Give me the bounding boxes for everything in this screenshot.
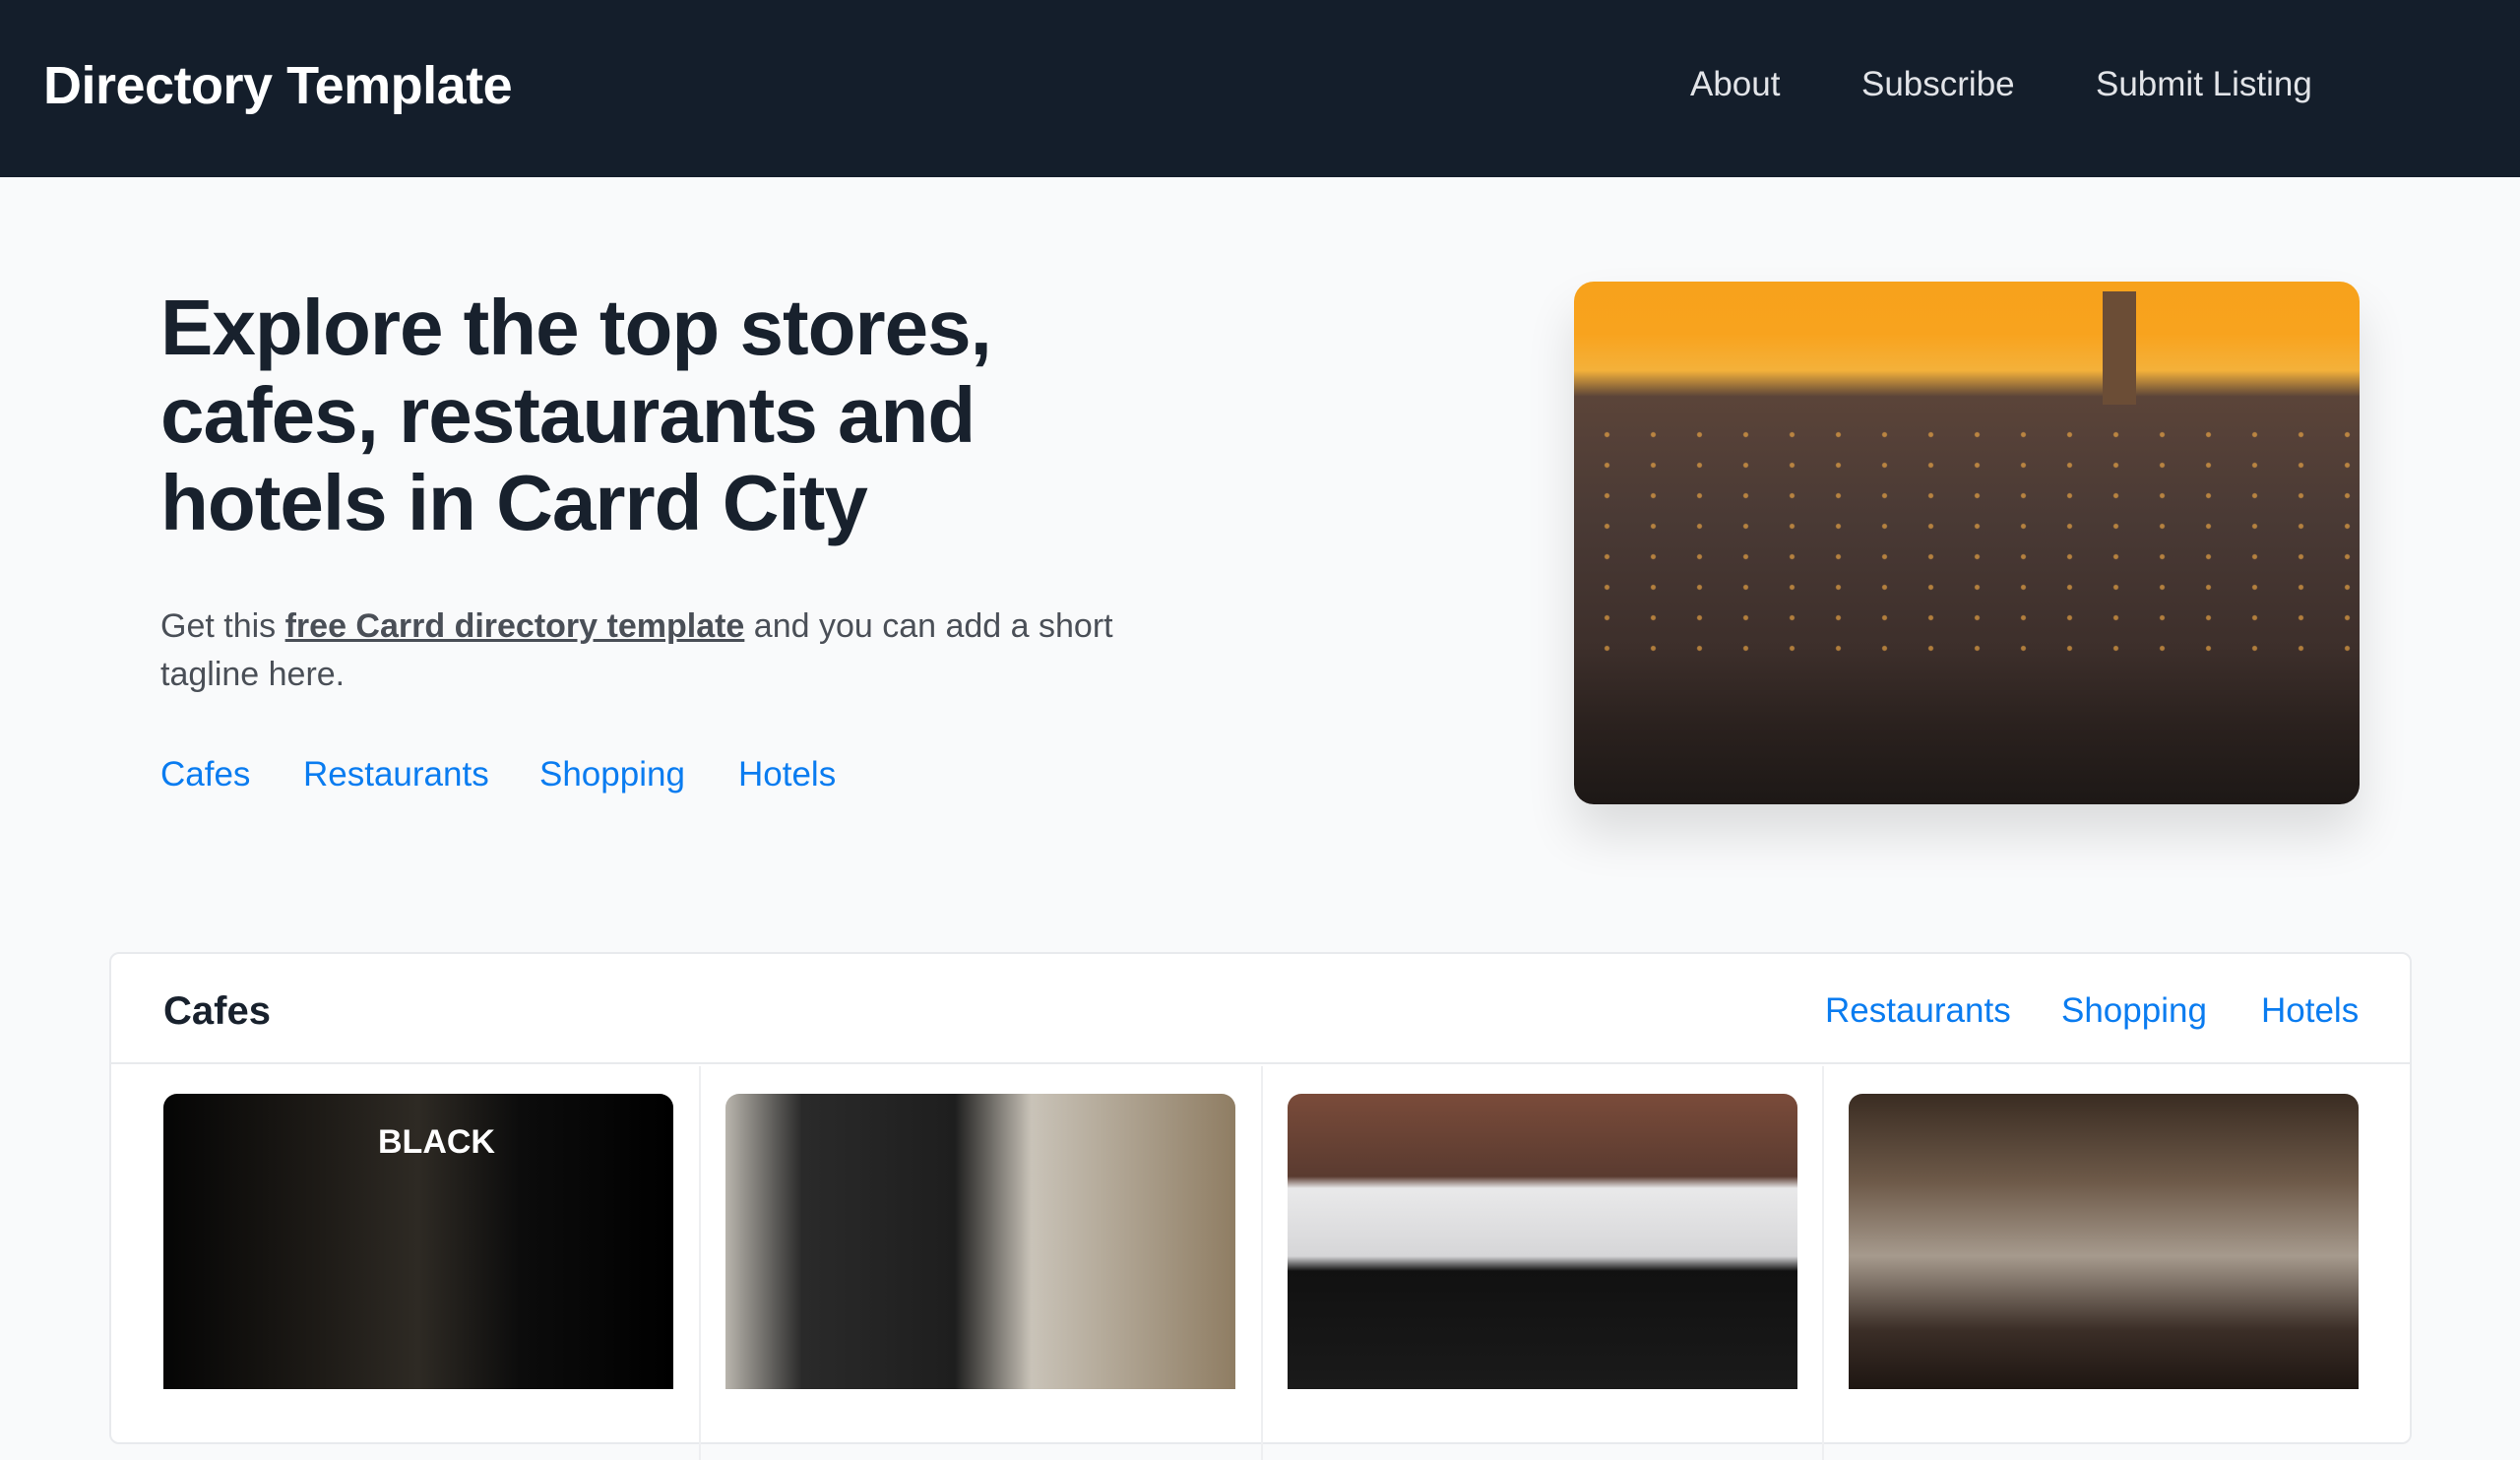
section-link-hotels[interactable]: Hotels bbox=[2261, 991, 2359, 1031]
section-title: Cafes bbox=[163, 989, 271, 1033]
nav-subscribe[interactable]: Subscribe bbox=[1861, 65, 2015, 104]
nav-submit-listing[interactable]: Submit Listing bbox=[2096, 65, 2312, 104]
brand-logo-link[interactable]: Directory Template bbox=[43, 55, 513, 116]
listing-thumbnail-1[interactable]: BLACK bbox=[163, 1094, 673, 1389]
template-link[interactable]: free Carrd directory template bbox=[285, 607, 745, 645]
section-link-restaurants[interactable]: Restaurants bbox=[1825, 991, 2011, 1031]
cafes-section: Cafes Restaurants Shopping Hotels BLACK bbox=[109, 952, 2412, 1460]
section-header: Cafes Restaurants Shopping Hotels bbox=[111, 954, 2410, 1064]
hero-city-image bbox=[1574, 282, 2360, 804]
listing-thumbnail-4[interactable] bbox=[1849, 1094, 2359, 1389]
tagline-prefix: Get this bbox=[160, 607, 285, 645]
column-divider bbox=[1822, 1066, 1824, 1460]
hero-tagline: Get this free Carrd directory template a… bbox=[160, 603, 1165, 699]
nav-about[interactable]: About bbox=[1690, 65, 1780, 104]
column-divider bbox=[699, 1066, 701, 1460]
section-link-shopping[interactable]: Shopping bbox=[2061, 991, 2207, 1031]
black-sign: BLACK bbox=[378, 1123, 495, 1161]
bell-tower-shape bbox=[2103, 291, 2136, 405]
hero-link-shopping[interactable]: Shopping bbox=[539, 755, 685, 794]
hero-link-cafes[interactable]: Cafes bbox=[160, 755, 250, 794]
hero-link-hotels[interactable]: Hotels bbox=[738, 755, 836, 794]
city-lights bbox=[1574, 410, 2360, 657]
hero-link-restaurants[interactable]: Restaurants bbox=[303, 755, 489, 794]
site-header: Directory Template About Subscribe Submi… bbox=[0, 0, 2520, 177]
listing-thumbnail-3[interactable] bbox=[1288, 1094, 1797, 1389]
hero-title: Explore the top stores, cafes, restauran… bbox=[160, 284, 992, 546]
column-divider bbox=[1261, 1066, 1263, 1460]
listing-thumbnail-2[interactable] bbox=[725, 1094, 1235, 1389]
